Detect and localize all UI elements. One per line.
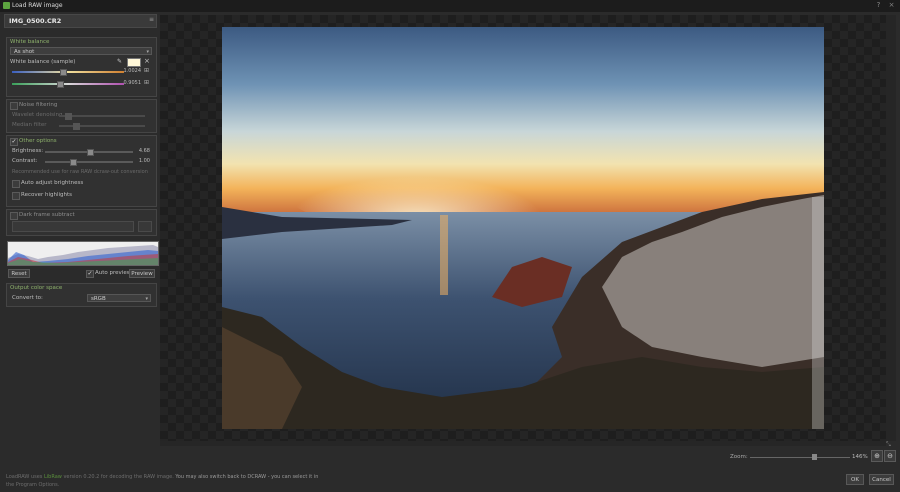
app-icon [3,2,10,9]
contrast-slider[interactable] [45,159,133,166]
white-balance-slider-2[interactable] [12,81,124,88]
white-balance-swatch[interactable] [127,58,141,67]
file-header: IMG_0500.CR2 ≡ [4,14,157,28]
browse-button[interactable] [138,221,152,232]
zoom-slider[interactable] [750,457,850,458]
other-options-checkbox[interactable]: ✓ [10,138,18,146]
close-icon[interactable]: × [887,1,896,10]
zoom-100-icon[interactable]: ⊖ [884,450,896,462]
footer-middle: version 0.20.2 for decoding the RAW imag… [61,474,176,480]
dark-frame-title: Dark frame subtract [19,212,75,218]
footer-prefix: LoadRAW uses [6,474,44,480]
white-balance-slider-2-thumb[interactable] [57,81,64,88]
auto-preview-label: Auto preview [95,270,132,276]
output-color-space-group: Output color space Convert to: sRGB ▾ [6,283,157,307]
wavelet-denoising-slider[interactable] [59,113,145,120]
other-options-group: ✓ Other options Brightness: 4.68 Contras… [6,135,157,207]
convert-to-label: Convert to: [12,295,43,301]
auto-brightness-checkbox[interactable] [12,180,20,188]
recover-highlights-label: Recover highlights [21,192,73,198]
eyedropper-icon[interactable]: ✎ [117,58,125,65]
cancel-button[interactable]: Cancel [869,474,894,485]
recover-highlights-checkbox[interactable] [12,192,20,200]
menu-icon[interactable]: ≡ [149,16,154,23]
preview-button[interactable]: Preview [129,269,155,278]
convert-to-value: sRGB [91,296,106,302]
libraw-link[interactable]: LibRaw [44,474,62,480]
brightness-thumb[interactable] [87,149,94,156]
auto-brightness-label: Auto adjust brightness [21,180,84,186]
raw-image-preview [222,27,824,429]
reset-button[interactable]: Reset [8,269,30,278]
output-color-space-title: Output color space [10,285,63,291]
white-balance-preset-select[interactable]: As shot ▾ [10,47,152,55]
noise-filtering-checkbox[interactable] [10,102,18,110]
white-balance-preset-value: As shot [14,49,35,55]
noise-filtering-group: Noise filtering Wavelet denoising Median… [6,99,157,133]
median-filter-label: Median filter [12,122,47,128]
white-balance-title: White balance [10,39,50,45]
chevron-down-icon: ▾ [146,49,149,55]
brightness-value: 4.68 [138,148,150,154]
footer-info: LoadRAW uses LibRaw version 0.20.2 for d… [6,473,326,489]
white-balance-slider-1-thumb[interactable] [60,69,67,76]
median-filter-slider[interactable] [59,123,145,130]
contrast-label: Contrast: [12,158,38,164]
file-name: IMG_0500.CR2 [9,17,62,25]
dark-frame-checkbox[interactable] [10,212,18,220]
brightness-label: Brightness: [12,148,44,154]
other-options-title: Other options [19,138,57,144]
vertical-scrollbar[interactable] [886,15,896,441]
white-balance-slider-1-value: 1.0024 [123,68,142,74]
footer-highlight: You may also switch back to DCRAW - you … [175,474,319,480]
reset-x-icon[interactable]: × [144,57,150,65]
white-balance-slider-1[interactable] [12,69,124,76]
noise-filtering-title: Noise filtering [19,102,58,108]
help-icon[interactable]: ? [874,1,883,10]
wavelet-denoising-thumb[interactable] [65,113,72,120]
contrast-thumb[interactable] [70,159,77,166]
title-bar: Load RAW image ? × [0,0,900,12]
zoom-label: Zoom: [730,454,748,460]
horizontal-scrollbar[interactable] [160,441,886,446]
ok-button[interactable]: OK [846,474,864,485]
white-balance-sample-label: White balance (sample) [10,59,76,65]
bottom-bar: Zoom: 146% ⊕ ⊖ LoadRAW uses LibRaw versi… [0,447,900,492]
wavelet-denoising-label: Wavelet denoising [12,112,63,118]
settings-panel: IMG_0500.CR2 ≡ White balance As shot ▾ W… [4,14,159,319]
contrast-value: 1.00 [138,158,150,164]
zoom-fit-icon[interactable]: ⊕ [871,450,883,462]
white-balance-group: White balance As shot ▾ White balance (s… [6,37,157,97]
dark-frame-group: Dark frame subtract [6,209,157,236]
auto-preview-checkbox[interactable]: ✓ [86,270,94,278]
zoom-slider-thumb[interactable] [812,454,817,460]
zoom-value: 146% [852,454,868,460]
histogram [7,241,159,266]
footer-line2: the Program Options. [6,482,60,488]
chevron-down-icon: ▾ [145,296,148,302]
options-hint: Recommended use for raw RAW dcraw-out co… [12,169,148,175]
brightness-slider[interactable] [45,149,133,156]
zoom-fit-icon[interactable]: ⊞ [144,67,149,74]
zoom-fit-icon[interactable]: ⊞ [144,79,149,86]
median-filter-thumb[interactable] [73,123,80,130]
window-title: Load RAW image [12,2,63,9]
convert-to-select[interactable]: sRGB ▾ [87,294,151,302]
white-balance-slider-2-value: 0.9051 [123,80,142,86]
dark-frame-path-input[interactable] [12,221,134,232]
